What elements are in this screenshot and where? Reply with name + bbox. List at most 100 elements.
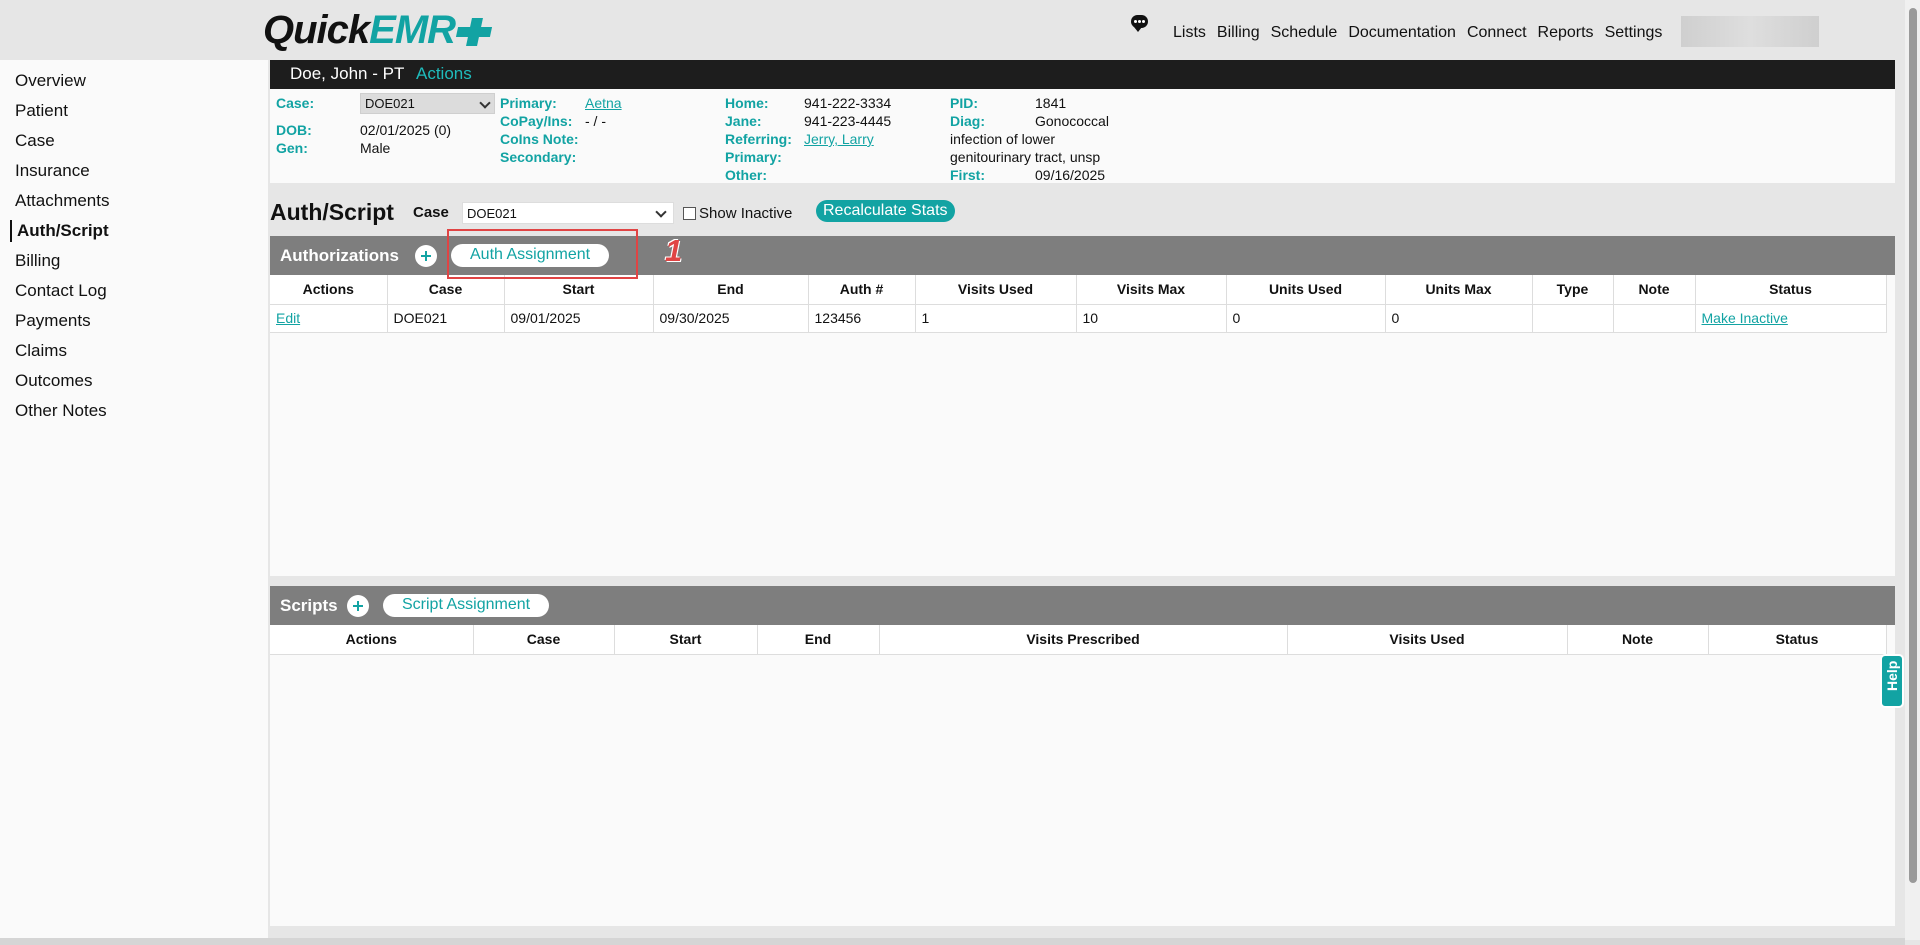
add-script-icon[interactable] [347, 595, 369, 617]
step-number: 1 [665, 233, 683, 268]
horizontal-scrollbar[interactable] [0, 938, 1905, 945]
nav-reports[interactable]: Reports [1538, 24, 1594, 42]
jane-phone-label: Jane: [725, 113, 762, 129]
logo-text-emr: EMR [369, 8, 456, 52]
diag-value-line3: genitourinary tract, unsp [950, 149, 1101, 165]
quickemr-logo[interactable]: QuickEMR [263, 8, 491, 53]
patient-case-select[interactable]: DOE021 [360, 93, 495, 114]
page-scrollbar[interactable] [1905, 0, 1920, 940]
case-label: Case: [276, 95, 315, 111]
patient-actions-link[interactable]: Actions [416, 64, 472, 84]
show-inactive-checkbox[interactable] [683, 207, 696, 220]
primary-phys-label: Primary: [725, 149, 782, 165]
sidebar-item-overview[interactable]: Overview [15, 71, 86, 91]
col-units-max: Units Max [1385, 275, 1533, 305]
sidebar-item-patient[interactable]: Patient [15, 101, 68, 121]
table-row: Edit DOE021 09/01/2025 09/30/2025 123456… [270, 304, 1887, 333]
col-visits-used: Visits Used [915, 275, 1077, 305]
patient-name: Doe, John - PT [290, 64, 405, 83]
row-visits-used: 1 [915, 304, 1077, 333]
gen-value: Male [360, 140, 391, 156]
recalculate-stats-button[interactable]: Recalculate Stats [816, 200, 955, 222]
user-menu-redacted[interactable] [1681, 16, 1819, 47]
nav-documentation[interactable]: Documentation [1348, 24, 1456, 42]
nav-lists[interactable]: Lists [1173, 24, 1206, 42]
help-tab[interactable]: Help [1880, 654, 1904, 708]
add-authorization-icon[interactable] [415, 245, 437, 267]
sidebar-item-case[interactable]: Case [15, 131, 55, 151]
chevron-down-icon [655, 206, 667, 218]
case-filter-label: Case [413, 204, 449, 221]
primary-ins-label: Primary: [500, 95, 557, 111]
authorizations-header-row: Actions Case Start End Auth # Visits Use… [270, 275, 1887, 305]
sidebar: Overview Patient Case Insurance Attachme… [0, 60, 268, 940]
make-inactive-link[interactable]: Make Inactive [1702, 310, 1788, 326]
row-case: DOE021 [387, 304, 505, 333]
sidebar-item-claims[interactable]: Claims [15, 341, 67, 361]
col-note: Note [1567, 625, 1709, 655]
sidebar-item-insurance[interactable]: Insurance [15, 161, 90, 181]
sidebar-item-billing[interactable]: Billing [15, 251, 60, 271]
nav-billing[interactable]: Billing [1217, 24, 1260, 42]
jane-phone-value: 941-223-4445 [804, 113, 892, 129]
col-end: End [653, 275, 809, 305]
diag-value-line2: infection of lower [950, 131, 1056, 147]
logo-text-quick: Quick [263, 8, 370, 52]
sidebar-item-auth-script[interactable]: Auth/Script [17, 221, 109, 241]
show-inactive-toggle[interactable]: Show Inactive [683, 205, 792, 222]
gen-label: Gen: [276, 140, 308, 156]
row-start: 09/01/2025 [504, 304, 654, 333]
col-case: Case [387, 275, 505, 305]
sidebar-item-attachments[interactable]: Attachments [15, 191, 110, 211]
help-label: Help [1884, 660, 1900, 691]
col-visits-used: Visits Used [1287, 625, 1568, 655]
sidebar-active-indicator [10, 220, 12, 242]
referring-link[interactable]: Jerry, Larry [804, 131, 874, 147]
sidebar-item-contact-log[interactable]: Contact Log [15, 281, 107, 301]
row-auth-number: 123456 [808, 304, 916, 333]
nav-settings[interactable]: Settings [1605, 24, 1663, 42]
page-title: Auth/Script [270, 199, 394, 225]
diag-value-line1: Gonococcal [1035, 113, 1109, 129]
nav-schedule[interactable]: Schedule [1271, 24, 1338, 42]
scrollbar-thumb[interactable] [1909, 8, 1917, 883]
sidebar-item-outcomes[interactable]: Outcomes [15, 371, 92, 391]
first-visit-label: First: [950, 167, 985, 183]
authorizations-panel: Authorizations Auth Assignment Actions C… [270, 236, 1895, 576]
dob-label: DOB: [276, 122, 312, 138]
case-filter-select[interactable]: DOE021 [462, 202, 674, 224]
referring-label: Referring: [725, 131, 792, 147]
authorizations-title: Authorizations [280, 246, 399, 265]
col-visits-max: Visits Max [1076, 275, 1227, 305]
dob-value: 02/01/2025 (0) [360, 122, 452, 138]
scripts-header: Scripts Script Assignment [270, 586, 1895, 625]
script-assignment-button[interactable]: Script Assignment [383, 594, 550, 617]
home-phone-label: Home: [725, 95, 769, 111]
coins-note-label: CoIns Note: [500, 131, 579, 147]
col-actions: Actions [270, 275, 388, 305]
patient-case-value: DOE021 [365, 96, 415, 111]
primary-ins-link[interactable]: Aetna [585, 95, 622, 111]
main-nav: Lists Billing Schedule Documentation Con… [1173, 24, 1673, 42]
case-filter-value: DOE021 [467, 206, 517, 221]
row-units-max: 0 [1385, 304, 1533, 333]
col-status: Status [1695, 275, 1887, 305]
edit-auth-link[interactable]: Edit [276, 310, 300, 326]
row-note [1613, 304, 1696, 333]
nav-connect[interactable]: Connect [1467, 24, 1527, 42]
col-units-used: Units Used [1226, 275, 1386, 305]
show-inactive-label: Show Inactive [699, 205, 793, 222]
col-start: Start [504, 275, 654, 305]
scripts-table: Actions Case Start End Visits Prescribed… [270, 625, 1887, 655]
col-end: End [757, 625, 880, 655]
row-end: 09/30/2025 [653, 304, 809, 333]
col-visits-prescribed: Visits Prescribed [879, 625, 1288, 655]
col-note: Note [1613, 275, 1696, 305]
sidebar-item-payments[interactable]: Payments [15, 311, 91, 331]
sidebar-item-other-notes[interactable]: Other Notes [15, 401, 107, 421]
row-type [1532, 304, 1614, 333]
row-visits-max: 10 [1076, 304, 1227, 333]
secondary-ins-label: Secondary: [500, 149, 577, 165]
chat-icon[interactable] [1131, 15, 1148, 32]
scripts-title: Scripts [280, 596, 338, 615]
